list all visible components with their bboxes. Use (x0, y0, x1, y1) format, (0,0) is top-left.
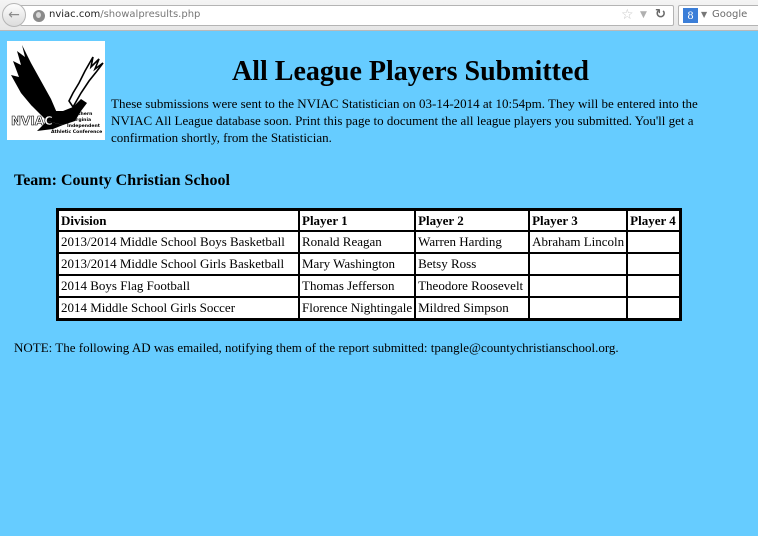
player-cell: Theodore Roosevelt (415, 275, 530, 297)
team-heading: Team: County Christian School (14, 172, 230, 189)
player-cell (529, 253, 628, 275)
ad-notification-note: NOTE: The following AD was emailed, noti… (14, 340, 619, 355)
table-row: 2013/2014 Middle School Girls Basketball… (58, 253, 681, 275)
logo-line-3: Independent (67, 123, 101, 129)
player-cell (627, 297, 681, 319)
header-player-1: Player 1 (299, 210, 416, 231)
player-cell: Mary Washington (299, 253, 416, 275)
player-cell: Betsy Ross (415, 253, 530, 275)
back-button[interactable]: ← (2, 3, 26, 27)
table-row: 2014 Boys Flag Football Thomas Jefferson… (58, 275, 681, 297)
logo-acronym: NVIAC (11, 114, 53, 128)
globe-icon[interactable] (33, 10, 45, 22)
division-cell: 2014 Middle School Girls Soccer (58, 297, 299, 319)
player-cell: Mildred Simpson (415, 297, 530, 319)
intro-text: These submissions were sent to the NVIAC… (111, 96, 698, 145)
star-icon[interactable]: ☆ (621, 7, 634, 23)
player-cell (627, 253, 681, 275)
header-division: Division (58, 210, 299, 231)
division-cell: 2013/2014 Middle School Girls Basketball (58, 253, 299, 275)
player-cell: Thomas Jefferson (299, 275, 416, 297)
dove-logo-icon: NVIAC Northern Virginia Independent Athl… (11, 45, 104, 135)
logo-line-4: Athletic Conference (51, 129, 102, 135)
logo-line-1: Northern (69, 111, 92, 117)
search-input[interactable]: Google (712, 9, 747, 20)
player-cell (529, 297, 628, 319)
division-cell: 2013/2014 Middle School Boys Basketball (58, 231, 299, 253)
address-bar[interactable]: nviac.com/showalpresults.php ☆ ▼ ↻ (20, 5, 674, 26)
table-header-row: Division Player 1 Player 2 Player 3 Play… (58, 210, 681, 231)
chevron-down-icon[interactable]: ▼ (701, 10, 707, 19)
page-title: All League Players Submitted (232, 56, 589, 87)
player-cell: Florence Nightingale (299, 297, 416, 319)
header-player-2: Player 2 (415, 210, 530, 231)
google-icon[interactable]: 8 (683, 8, 698, 23)
url-domain: nviac.com (49, 9, 101, 20)
nviac-logo: NVIAC Northern Virginia Independent Athl… (7, 41, 105, 140)
browser-toolbar: nviac.com/showalpresults.php ☆ ▼ ↻ ← 8 ▼… (0, 0, 758, 31)
table-row: 2014 Middle School Girls Soccer Florence… (58, 297, 681, 319)
logo-line-2: Virginia (71, 117, 91, 123)
url-path: /showalpresults.php (100, 9, 201, 20)
player-cell (627, 275, 681, 297)
player-cell (627, 231, 681, 253)
search-bar[interactable]: 8 ▼ Google (678, 5, 758, 26)
header-player-3: Player 3 (529, 210, 628, 231)
player-cell: Warren Harding (415, 231, 530, 253)
results-table: Division Player 1 Player 2 Player 3 Play… (56, 208, 683, 321)
header-player-4: Player 4 (627, 210, 681, 231)
reload-icon[interactable]: ↻ (655, 7, 666, 22)
url-text[interactable]: nviac.com/showalpresults.php (49, 9, 200, 20)
back-arrow-icon: ← (8, 7, 20, 23)
division-cell: 2014 Boys Flag Football (58, 275, 299, 297)
player-cell (529, 275, 628, 297)
table-row: 2013/2014 Middle School Boys Basketball … (58, 231, 681, 253)
player-cell: Ronald Reagan (299, 231, 416, 253)
player-cell: Abraham Lincoln (529, 231, 628, 253)
dropdown-icon[interactable]: ▼ (640, 10, 647, 20)
